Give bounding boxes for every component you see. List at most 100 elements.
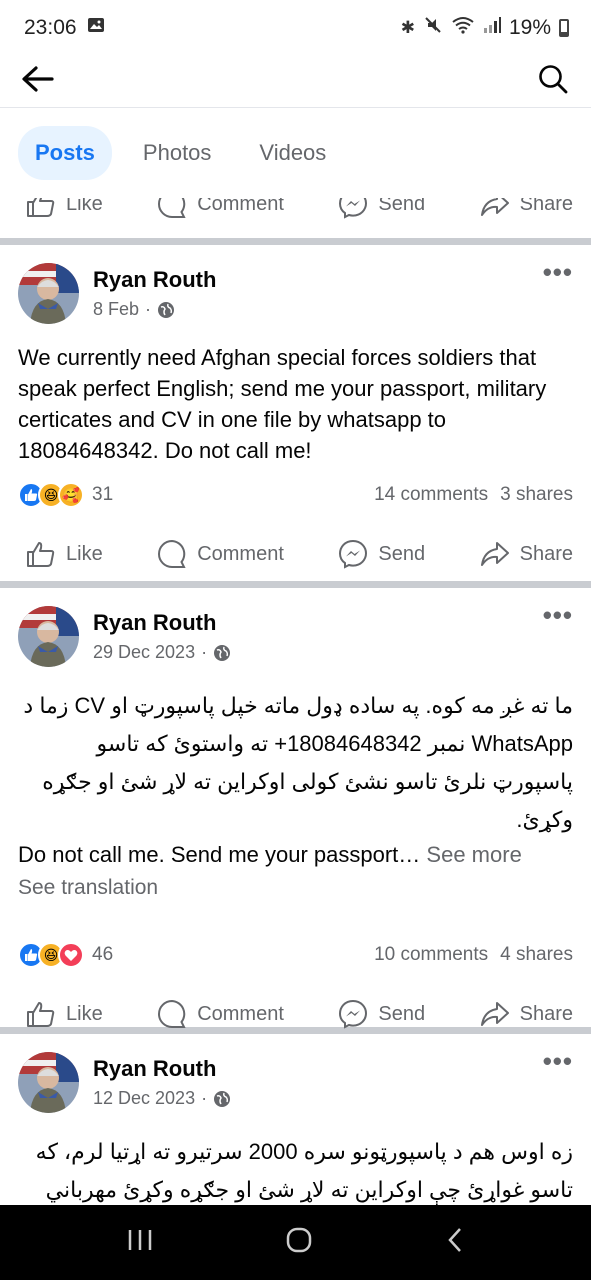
home-icon [287,1227,312,1253]
messenger-icon [339,539,368,569]
back-chevron-icon [448,1228,462,1252]
avatar[interactable] [18,606,79,667]
love-reaction-icon [58,942,84,968]
mute-icon [423,15,443,41]
see-more-link[interactable]: See more [426,842,521,867]
share-button[interactable]: Share [480,540,573,568]
send-label: Send [378,542,426,565]
posts-feed[interactable]: Like Comment Send Share Ryan Routh 8 Feb… [0,198,591,1205]
reactions-summary[interactable]: 😆 46 [18,942,113,968]
system-navigation-bar [0,1205,591,1280]
post-timestamp: 12 Dec 2023 · [93,1088,231,1109]
like-label: Like [66,198,103,215]
comment-icon [158,198,186,218]
send-button[interactable]: Send [338,539,425,569]
signal-icon [483,16,501,40]
share-label: Share [519,198,573,215]
post-timestamp: 8 Feb · [93,299,216,320]
globe-icon [158,301,175,318]
post-text-pashto: زه اوس هم د پاسپورټونو سره 2000 سرتیرو ت… [35,1139,573,1202]
send-label: Send [378,1002,426,1025]
comment-label: Comment [197,542,284,565]
clock: 23:06 [24,16,77,39]
share-count[interactable]: 3 shares [500,484,573,506]
like-button[interactable]: Like [26,540,103,568]
post: Ryan Routh 12 Dec 2023 · ••• زه اوس هم د… [0,1034,591,1205]
status-bar: 23:06 ✱ 19% [0,0,591,56]
previous-post-actions: Like Comment Send Share [0,198,591,238]
battery-icon [559,19,569,37]
author-name[interactable]: Ryan Routh [93,1056,231,1082]
back-button[interactable] [18,59,58,99]
comment-count[interactable]: 10 comments [374,944,488,966]
thumbs-up-icon [27,1002,55,1027]
see-translation-link[interactable]: See translation [0,870,591,900]
send-label: Send [378,198,426,215]
comment-icon [158,539,186,568]
comment-label: Comment [197,1002,284,1025]
post: Ryan Routh 29 Dec 2023 · ••• ما ته غږ مه… [0,588,591,1029]
home-button[interactable] [285,1226,313,1259]
reactions-summary[interactable]: 😆 🥰 31 [18,482,113,508]
post-header: Ryan Routh 8 Feb · ••• [0,245,591,324]
author-name[interactable]: Ryan Routh [93,267,216,293]
share-button[interactable]: Share [480,198,573,218]
post-stats: 😆 46 10 comments 4 shares [0,936,591,974]
post-header: Ryan Routh 12 Dec 2023 · ••• [0,1034,591,1113]
share-button[interactable]: Share [480,1000,573,1028]
messenger-icon [339,198,368,219]
messenger-icon [339,999,368,1029]
author-name[interactable]: Ryan Routh [93,610,231,636]
comment-label: Comment [197,198,284,215]
post-text-pashto: ما ته غږ مه کوه. په ساده ډول ماته خپل پا… [23,693,573,832]
comment-button[interactable]: Comment [157,539,284,569]
wifi-icon [451,16,475,40]
more-options-button[interactable]: ••• [543,602,573,628]
globe-icon [214,1090,231,1107]
tab-posts[interactable]: Posts [18,126,112,180]
thumbs-up-icon [27,542,55,567]
post-text: We currently need Afghan special forces … [18,345,547,463]
comment-button[interactable]: Comment [157,198,284,219]
more-options-button[interactable]: ••• [543,1048,573,1074]
post-actions: Like Comment Send Share [0,524,591,584]
like-label: Like [66,1002,103,1025]
share-count[interactable]: 4 shares [500,944,573,966]
avatar[interactable] [18,263,79,324]
share-icon [480,198,509,216]
reaction-count: 31 [92,484,114,505]
post-header: Ryan Routh 29 Dec 2023 · ••• [0,588,591,667]
send-button[interactable]: Send [338,999,425,1029]
recent-apps-icon [128,1230,152,1250]
back-arrow-icon [22,65,54,92]
post-divider [0,238,591,245]
back-nav-button[interactable] [445,1226,465,1259]
post-text-english: Do not call me. Send me your passport… S… [18,842,522,867]
care-reaction-icon: 🥰 [58,482,84,508]
comment-button[interactable]: Comment [157,999,284,1029]
post: Ryan Routh 8 Feb · ••• We currently need… [0,245,591,581]
battery-level: 19% [508,16,551,39]
share-icon [480,542,509,566]
recent-apps-button[interactable] [126,1228,154,1257]
tab-videos[interactable]: Videos [242,126,343,180]
bluetooth-icon: ✱ [400,18,415,37]
more-options-button[interactable]: ••• [543,259,573,285]
reaction-count: 46 [92,944,114,965]
share-label: Share [519,542,573,565]
share-label: Share [519,1002,573,1025]
top-bar [0,50,591,108]
gallery-notification-icon [87,16,105,40]
comment-count[interactable]: 14 comments [374,484,488,506]
profile-tabs: Posts Photos Videos [0,108,591,198]
like-button[interactable]: Like [26,198,103,218]
send-button[interactable]: Send [338,198,425,219]
avatar[interactable] [18,1052,79,1113]
post-divider [0,581,591,588]
tab-photos[interactable]: Photos [126,126,229,180]
search-button[interactable] [533,59,573,99]
like-label: Like [66,542,103,565]
like-button[interactable]: Like [26,1000,103,1028]
thumbs-up-icon [27,198,55,217]
post-timestamp: 29 Dec 2023 · [93,642,231,663]
